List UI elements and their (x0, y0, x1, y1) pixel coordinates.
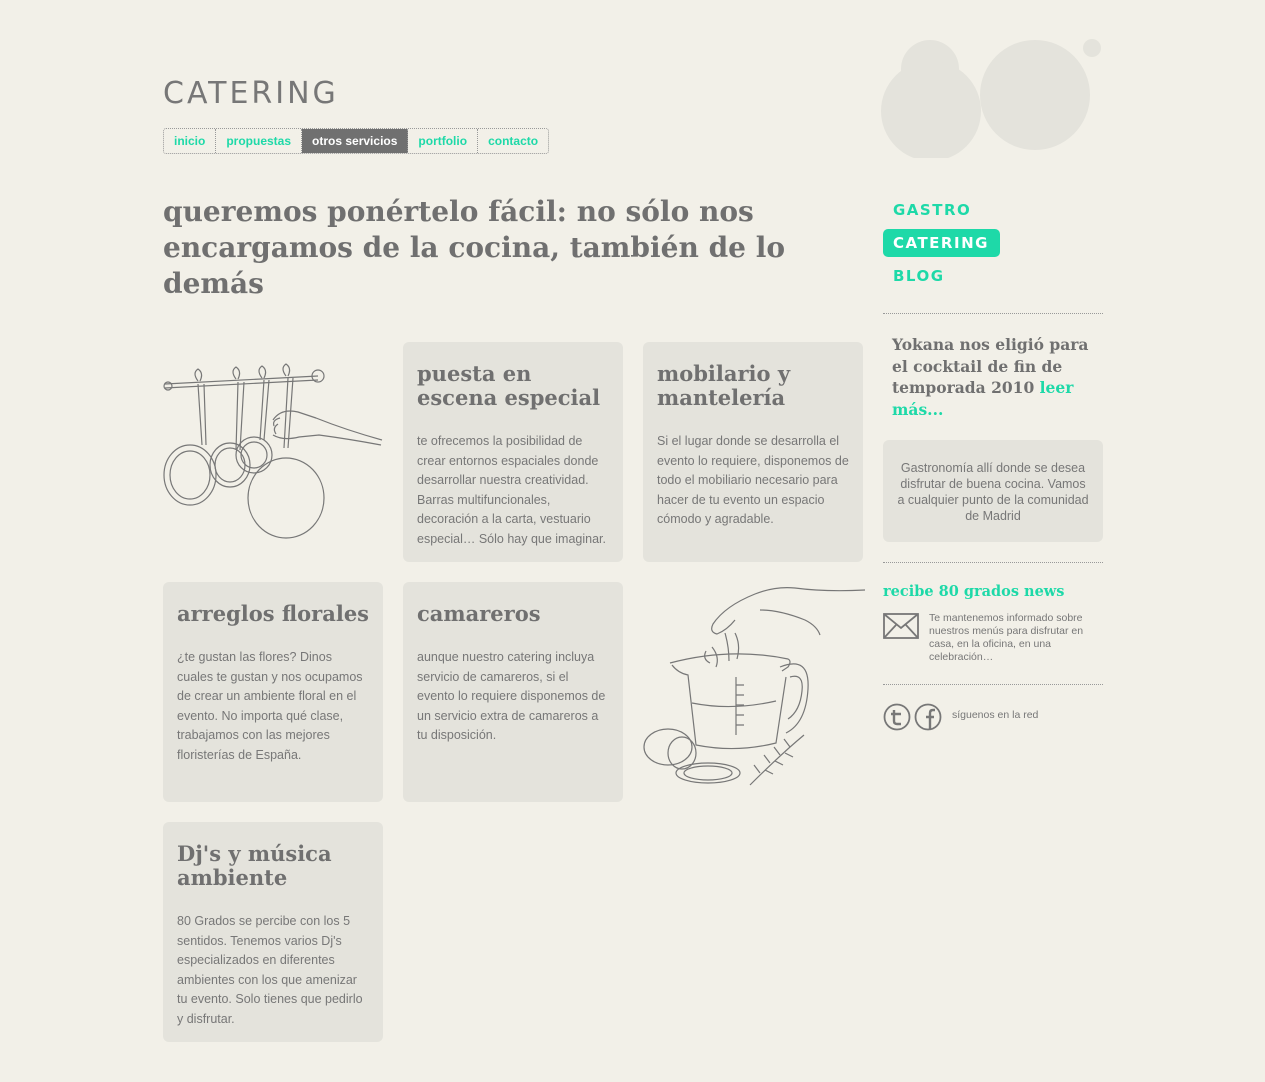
page-headline: queremos ponértelo fácil: no sólo nos en… (163, 195, 786, 300)
social-label: síguenos en la red (952, 709, 1039, 721)
card-title: camareros (417, 601, 541, 626)
nav-otros-servicios[interactable]: otros servicios (302, 129, 409, 153)
card-title: mobilario y mantelería (657, 361, 791, 410)
card-text: te ofrecemos la posibilidad de crear ent… (417, 434, 607, 546)
nav-portfolio[interactable]: portfolio (408, 129, 479, 153)
sidebar-item-gastro-xs[interactable]: GASTRO XS (883, 196, 1000, 247)
nav-inicio[interactable]: inicio (164, 129, 217, 153)
card-arreglos-florales: arreglos florales ¿te gustan las flores?… (163, 582, 383, 802)
sidebar-item-blog[interactable]: BLOG (883, 262, 1000, 290)
newsletter-title[interactable]: recibe 80 grados news (883, 583, 1064, 600)
newsletter-text: Te mantenemos informado sobre nuestros m… (929, 612, 1084, 663)
card-text: 80 Grados se percibe con los 5 sentidos.… (177, 914, 363, 1026)
nav-propuestas[interactable]: propuestas (216, 129, 303, 153)
card-text: aunque nuestro catering incluya servicio… (417, 650, 606, 743)
nav-contacto[interactable]: contacto (478, 129, 548, 153)
card-title: arreglos florales (177, 601, 370, 626)
card-title: puesta en escena especial (417, 361, 601, 410)
card-djs-musica: Dj's y música ambiente 80 Grados se perc… (163, 822, 383, 1042)
card-camareros: camareros aunque nuestro catering incluy… (403, 582, 623, 802)
facebook-icon[interactable] (914, 703, 942, 731)
card-text: Si el lugar donde se desarrolla el event… (657, 434, 849, 527)
card-mobiliario: mobilario y mantelería Si el lugar donde… (643, 342, 863, 562)
card-title: Dj's y música ambiente (177, 841, 332, 890)
divider (883, 313, 1103, 314)
envelope-icon[interactable] (883, 613, 919, 639)
pans-illustration (163, 363, 383, 539)
card-puesta-en-escena: puesta en escena especial te ofrecemos l… (403, 342, 623, 562)
site-title: CATERING (163, 76, 339, 111)
sidebar-nav: GASTRO XS CATERING BLOG (883, 196, 1000, 295)
divider (883, 684, 1103, 685)
sidebar-item-catering[interactable]: CATERING (883, 229, 1000, 257)
divider (883, 562, 1103, 563)
promo-box: Gastronomía allí donde se desea disfruta… (883, 440, 1103, 542)
measuring-cup-illustration (643, 587, 865, 786)
news-item: Yokana nos eligió para el cocktail de fi… (892, 334, 1092, 420)
twitter-icon[interactable] (883, 703, 911, 731)
card-text: ¿te gustan las flores? Dinos cuales te g… (177, 650, 363, 762)
main-nav: inicio propuestas otros servicios portfo… (163, 128, 550, 154)
logo-80-degrees[interactable] (880, 38, 1110, 158)
